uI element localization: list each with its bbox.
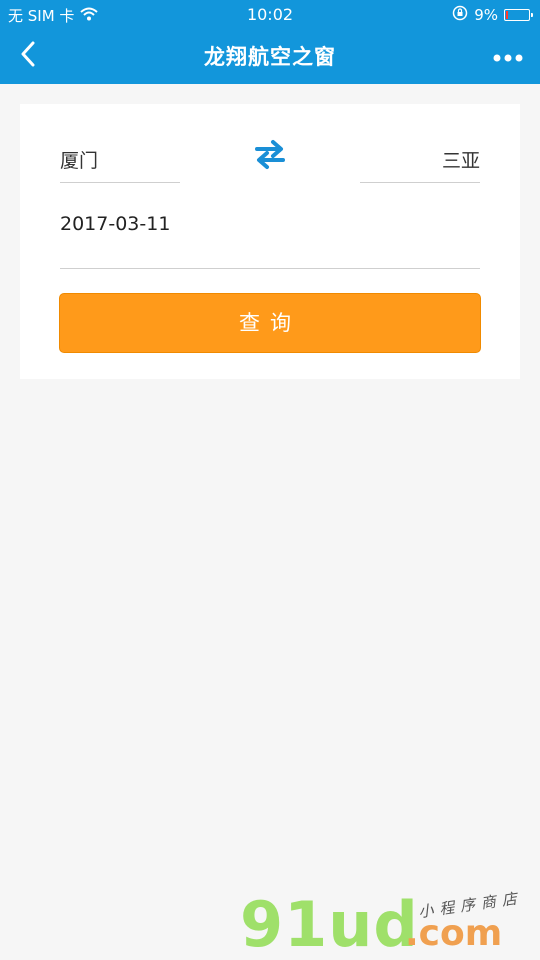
watermark-logo: 91ud 小程序商店 .com bbox=[240, 880, 530, 960]
departure-date-field[interactable]: 2017-03-11 bbox=[60, 204, 480, 269]
flight-search-card: 厦门 三亚 2017-03-11 查询 bbox=[20, 104, 520, 379]
query-button[interactable]: 查询 bbox=[59, 293, 481, 353]
orientation-lock-icon bbox=[452, 5, 468, 25]
arrival-city-field[interactable]: 三亚 bbox=[360, 140, 480, 183]
more-dots-icon bbox=[493, 47, 523, 66]
departure-city-field[interactable]: 厦门 bbox=[60, 140, 180, 183]
page-title: 龙翔航空之窗 bbox=[204, 45, 336, 69]
battery-percent: 9% bbox=[474, 6, 498, 24]
swap-arrows-icon bbox=[253, 138, 287, 174]
battery-icon bbox=[504, 9, 533, 21]
watermark-domain: .com bbox=[405, 913, 503, 954]
app-screen: 无 SIM 卡 10:02 9% 龙翔航空之窗 厦门 三亚 2017-03-11… bbox=[0, 0, 540, 960]
nav-bar: 龙翔航空之窗 bbox=[0, 28, 540, 84]
status-right: 9% bbox=[452, 5, 533, 25]
more-button[interactable] bbox=[486, 36, 530, 76]
swap-cities-button[interactable] bbox=[248, 134, 292, 178]
status-bar: 无 SIM 卡 10:02 9% bbox=[0, 0, 540, 28]
watermark-brand: 91ud bbox=[240, 888, 419, 960]
battery-level bbox=[506, 11, 508, 19]
